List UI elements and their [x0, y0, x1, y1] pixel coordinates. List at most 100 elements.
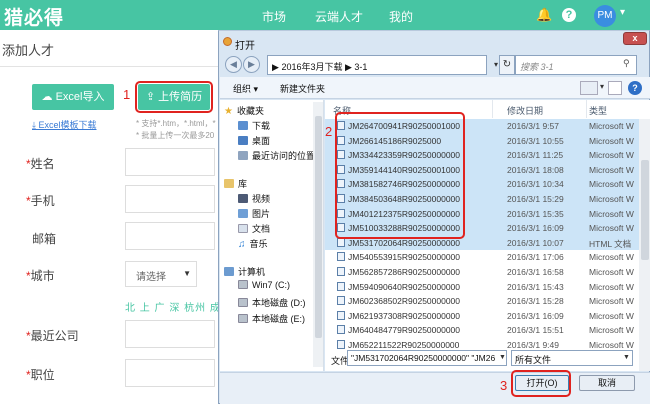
back-button[interactable]: ◀ [225, 56, 242, 73]
breadcrumb-current[interactable]: 3-1 [354, 62, 367, 72]
file-date: 2016/3/1 10:07 [507, 237, 564, 248]
filetype-select[interactable]: 所有文件 [511, 350, 633, 366]
organize-menu[interactable]: 组织 ▾ [233, 82, 258, 95]
word-document-icon [337, 339, 345, 349]
help-icon[interactable]: ? [628, 81, 642, 95]
search-icon[interactable]: ⚲ [623, 58, 630, 69]
annotation-box-open [511, 370, 571, 397]
drive-icon [238, 280, 248, 289]
file-type: Microsoft W [589, 179, 634, 190]
view-icon[interactable] [580, 81, 598, 95]
drive-c-item[interactable]: Win7 (C:) [238, 280, 290, 290]
refresh-button[interactable]: ↻ [499, 55, 515, 75]
word-document-icon [337, 281, 345, 291]
word-document-icon [337, 325, 345, 335]
filename-input[interactable]: "JM531702064R90250000000" "JM26 [347, 350, 507, 366]
recent-company-field[interactable] [125, 320, 215, 348]
chevron-down-icon[interactable]: ▼ [499, 354, 506, 361]
hot-cities[interactable]: 北 上 广 深 杭州 成都 [125, 299, 232, 314]
music-icon: ♫ [238, 239, 246, 250]
email-field[interactable] [125, 222, 215, 250]
annotation-number: 2 [325, 124, 333, 139]
name-field[interactable] [125, 148, 215, 176]
desktop-item[interactable]: 桌面 [238, 134, 270, 147]
file-type: Microsoft W [589, 135, 634, 146]
forward-button[interactable]: ▶ [243, 56, 260, 73]
dialog-toolbar: 组织 ▾ 新建文件夹 ▾ ? [220, 77, 650, 99]
file-name: JM621937308R90250000000 [337, 310, 460, 321]
nav-scrollbar-thumb[interactable] [315, 116, 322, 338]
close-button[interactable]: x [623, 32, 647, 45]
cloud-upload-icon: ☁ [41, 91, 53, 103]
phone-field[interactable] [125, 185, 215, 213]
file-list-scrollbar-thumb[interactable] [641, 160, 649, 260]
recent-places-item[interactable]: 最近访问的位置 [238, 149, 315, 162]
page-title: 添加人才 [2, 43, 55, 58]
file-type: Microsoft W [589, 339, 634, 350]
email-label: 邮箱 [32, 232, 57, 246]
column-header-type[interactable]: 类型 [589, 100, 649, 118]
help-icon[interactable]: ? [562, 8, 576, 22]
chevron-down-icon[interactable]: ▾ [600, 82, 604, 91]
preview-pane-icon[interactable] [608, 81, 622, 95]
desktop-icon [238, 136, 248, 145]
videos-item[interactable]: 视频 [238, 192, 270, 205]
file-date: 2016/3/1 15:43 [507, 281, 564, 292]
download-icon: ⤓ [32, 120, 36, 130]
file-date: 2016/3/1 17:06 [507, 252, 564, 263]
app-logo[interactable]: 猎必得 [4, 3, 64, 30]
file-date: 2016/3/1 9:49 [507, 339, 559, 350]
chevron-down-icon[interactable]: ▼ [623, 354, 630, 361]
file-date: 2016/3/1 15:35 [507, 208, 564, 219]
annotation-box-upload [135, 81, 213, 113]
file-row[interactable]: JM562857286R90250000000 2016/3/1 16:58 Mic… [325, 265, 639, 280]
phone-label: *手机 [26, 194, 55, 208]
file-row[interactable]: JM640484779R90250000000 2016/3/1 15:51 Mic… [325, 323, 639, 338]
file-type: Microsoft W [589, 325, 634, 336]
documents-item[interactable]: 文档 [238, 222, 270, 235]
breadcrumb-downloads[interactable]: 2016年3月下载 [281, 62, 342, 72]
computer-item[interactable]: 计算机 [224, 265, 265, 278]
column-header-date[interactable]: 修改日期 [507, 100, 587, 118]
downloads-item[interactable]: 下载 [238, 119, 270, 132]
file-row[interactable]: JM540553915R90250000000 2016/3/1 17:06 Mic… [325, 250, 639, 265]
navigation-pane: ★ 收藏夹 下载 桌面 最近访问的位置 库 视频 图片 文档 ♫ 音乐 计算机 Wi… [220, 100, 324, 371]
avatar[interactable]: PM [594, 5, 616, 27]
divider [0, 66, 230, 67]
nav-mine[interactable]: 我的 [389, 8, 413, 25]
libraries-item[interactable]: 库 [224, 177, 247, 190]
search-input[interactable]: 搜索 3-1 [515, 55, 637, 75]
position-field[interactable] [125, 359, 215, 387]
video-icon [238, 194, 248, 203]
file-type: Microsoft W [589, 150, 634, 161]
bell-icon[interactable]: 🔔 [536, 7, 552, 23]
folder-icon: ▶ [272, 62, 279, 72]
music-item[interactable]: ♫ 音乐 [238, 237, 268, 250]
file-date: 2016/3/1 10:34 [507, 179, 564, 190]
drive-d-item[interactable]: 本地磁盘 (D:) [238, 296, 306, 309]
annotation-number: 1 [123, 87, 131, 102]
excel-import-button[interactable]: ☁ Excel导入 [32, 84, 114, 110]
pictures-item[interactable]: 图片 [238, 207, 270, 220]
city-select[interactable]: 请选择 ▼ [125, 261, 197, 287]
file-name: JM540553915R90250000000 [337, 252, 460, 262]
annotation-box-files [335, 112, 465, 239]
nav-market[interactable]: 市场 [262, 8, 286, 25]
address-bar[interactable]: ▶ 2016年3月下载 ▶ 3-1 [267, 55, 487, 75]
nav-cloud-talent[interactable]: 云端人才 [315, 8, 363, 25]
drive-e-item[interactable]: 本地磁盘 (E:) [238, 312, 305, 325]
file-row[interactable]: JM602368502R90250000000 2016/3/1 15:28 Mic… [325, 294, 639, 309]
file-row[interactable]: JM621937308R90250000000 2016/3/1 16:09 Mic… [325, 309, 639, 324]
file-type: Microsoft W [589, 281, 634, 292]
file-name: JM531702064R90250000000 [337, 237, 460, 248]
new-folder-button[interactable]: 新建文件夹 [280, 82, 325, 95]
top-nav-bar: 猎必得 市场 云端人才 我的 🔔 ? PM ▾ [0, 0, 650, 30]
chevron-down-icon[interactable]: ▾ [620, 7, 625, 18]
excel-template-label: Excel模板下载 [38, 120, 97, 130]
favorites-item[interactable]: ★ 收藏夹 [224, 104, 264, 117]
cancel-button[interactable]: 取消 [579, 375, 635, 391]
excel-template-link[interactable]: ⤓ Excel模板下载 [32, 118, 97, 131]
file-row[interactable]: JM594090640R90250000000 2016/3/1 15:43 Mic… [325, 280, 639, 295]
file-type: Microsoft W [589, 208, 634, 219]
caret-down-icon: ▼ [183, 269, 191, 278]
